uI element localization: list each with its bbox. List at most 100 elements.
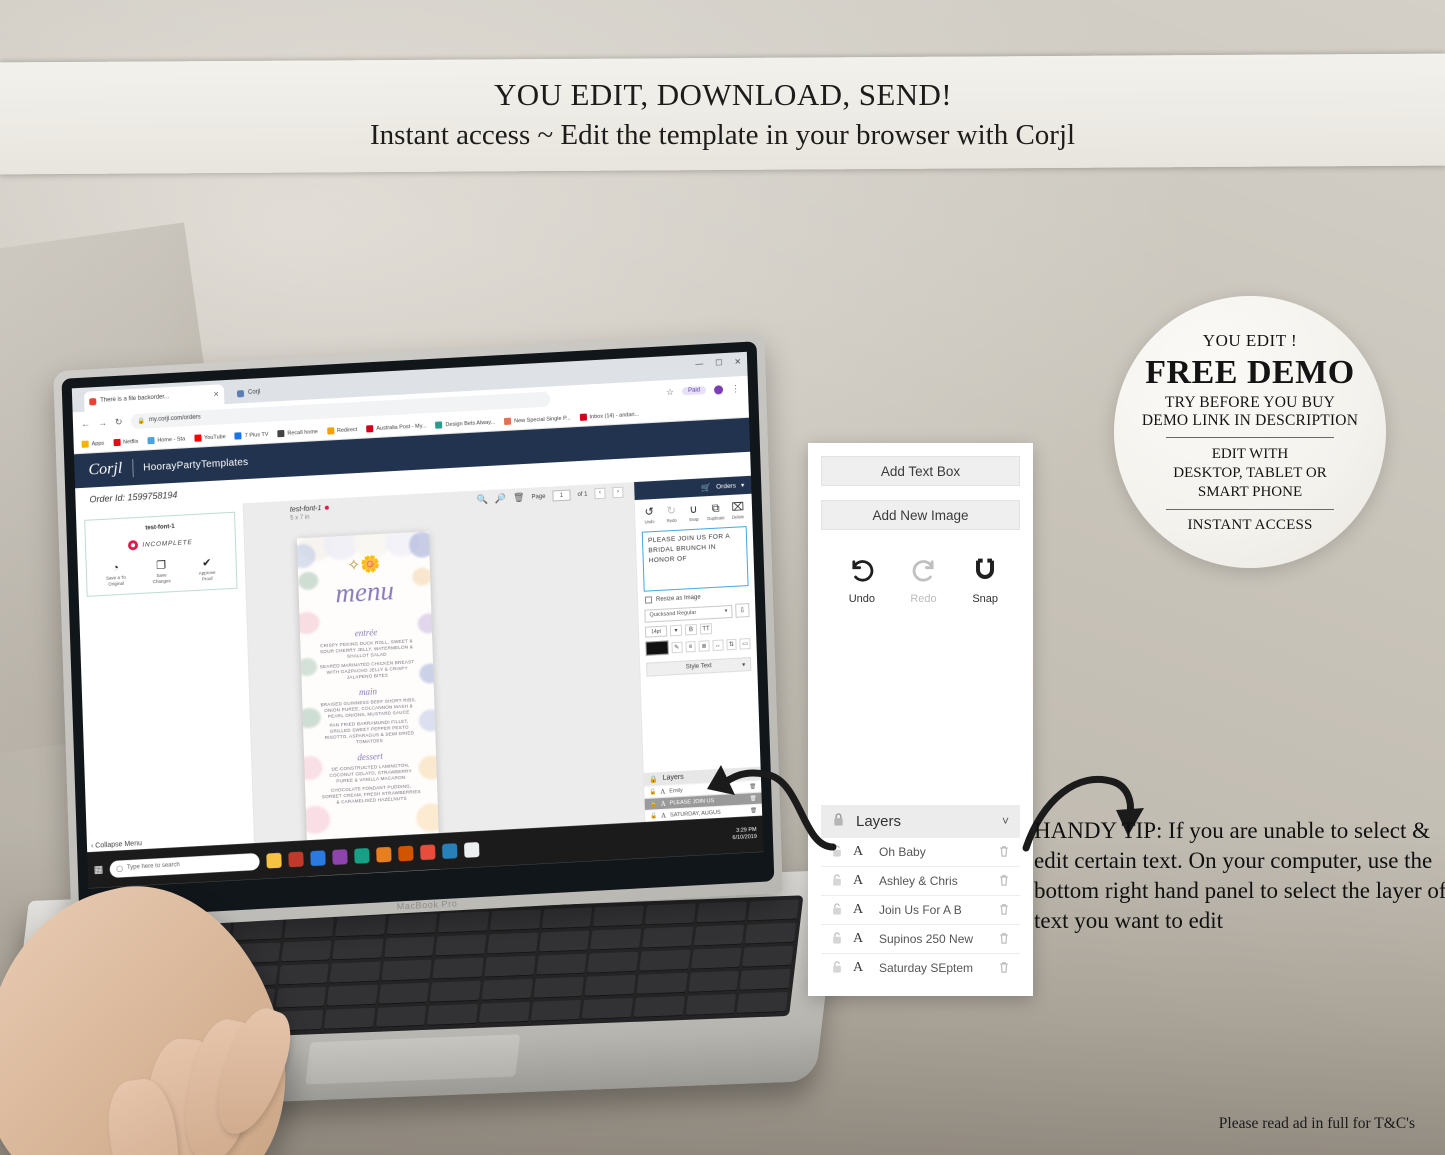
bookmark-item[interactable]: Redirect: [326, 426, 358, 435]
zoom-out-icon[interactable]: 🔎: [495, 493, 507, 505]
undo-button[interactable]: Undo: [831, 556, 893, 605]
layer-row[interactable]: A Saturday SEptem: [821, 953, 1020, 982]
style-text-accordion[interactable]: Style Text ▾: [646, 657, 752, 677]
delete-button[interactable]: ⌧ Delete: [727, 501, 750, 520]
layer-row[interactable]: A Ashley & Chris: [821, 866, 1020, 895]
avatar[interactable]: [713, 384, 724, 395]
browser-menu-icon[interactable]: ⋮: [731, 383, 740, 394]
taskbar-app-icon[interactable]: [332, 848, 349, 865]
bookmark-item[interactable]: 7 Plus TV: [234, 431, 269, 440]
chevron-down-icon[interactable]: ▾: [741, 481, 744, 489]
taskbar-app-icon[interactable]: [398, 845, 415, 861]
trash-icon[interactable]: [998, 844, 1010, 861]
lock-icon[interactable]: 🔓: [650, 813, 657, 819]
taskbar-app-icon[interactable]: [442, 842, 458, 859]
redo-button[interactable]: Redo: [893, 556, 955, 605]
windows-start-icon[interactable]: ▦: [94, 864, 104, 876]
trash-icon[interactable]: [998, 902, 1010, 919]
reload-icon[interactable]: ↻: [115, 416, 123, 427]
minimize-icon[interactable]: —: [695, 359, 703, 368]
layer-row[interactable]: A Supinos 250 New: [821, 924, 1020, 953]
window-controls[interactable]: — ☐ ✕: [695, 357, 741, 368]
snap-magnet-icon: ∪: [689, 503, 698, 517]
trash-icon[interactable]: [998, 931, 1010, 948]
layers-header[interactable]: Layers ˅: [821, 805, 1020, 837]
italic-icon[interactable]: TT: [699, 623, 713, 635]
text-box-icon[interactable]: ▭: [739, 637, 751, 650]
prev-page-button[interactable]: ‹: [594, 487, 606, 500]
trash-icon[interactable]: 🗑: [513, 492, 525, 504]
letter-spacing-icon[interactable]: ↔: [712, 639, 724, 651]
trash-icon[interactable]: [998, 873, 1010, 890]
chevron-down-icon[interactable]: ˅: [1002, 814, 1009, 828]
taskbar-app-icon[interactable]: [310, 849, 327, 866]
taskbar-app-icon[interactable]: [354, 847, 371, 864]
snap-button[interactable]: ∪ Snap: [682, 503, 705, 522]
bookmark-item[interactable]: YouTube: [194, 433, 226, 442]
back-icon[interactable]: ←: [81, 418, 90, 428]
unlock-icon[interactable]: [831, 931, 853, 948]
taskbar-app-icon[interactable]: [420, 843, 436, 860]
bookmark-item[interactable]: Apps: [81, 440, 105, 448]
font-upload-button[interactable]: ⇩: [735, 603, 750, 618]
next-page-button[interactable]: ›: [612, 486, 624, 499]
bookmark-item[interactable]: Recall home: [277, 428, 318, 438]
taskbar-app-icon[interactable]: [376, 846, 393, 863]
save-original-button[interactable]: ◔ Save a To Original: [94, 560, 137, 587]
vertical-align-icon[interactable]: ⇅: [725, 638, 737, 650]
eyedropper-icon[interactable]: ✎: [671, 641, 683, 653]
layer-row[interactable]: A Oh Baby: [821, 837, 1020, 866]
maximize-icon[interactable]: ☐: [715, 358, 722, 367]
bookmark-item[interactable]: Australia Post - My...: [366, 422, 427, 433]
bookmark-item[interactable]: Home - Sta: [147, 435, 185, 445]
add-text-box-button[interactable]: Add Text Box: [821, 456, 1020, 486]
taskbar-search-input[interactable]: ◯ Type here to search: [109, 852, 261, 878]
bookmark-item[interactable]: Netflix: [113, 438, 139, 447]
undo-button[interactable]: ↺ Undo: [638, 506, 661, 525]
bookmark-item[interactable]: Design Bets Alway...: [435, 419, 495, 429]
text-edit-textarea[interactable]: PLEASE JOIN US FOR A BRIDAL BRUNCH IN HO…: [641, 526, 749, 592]
menu-design-card[interactable]: ✧🌼 menu entrée CRISPY PEKING DUCK ROLL, …: [296, 531, 440, 879]
element-toolbar: ↺ Undo ↻ Redo ∪ Snap ⧉ Duplicate ⌧ Delet…: [635, 494, 753, 529]
bold-icon[interactable]: B: [684, 623, 698, 636]
resize-as-image-row[interactable]: Resize as Image: [644, 591, 748, 604]
align-left-icon[interactable]: ≡: [684, 640, 696, 653]
redo-button[interactable]: ↻ Redo: [660, 505, 683, 524]
close-tab-icon[interactable]: ✕: [213, 390, 219, 398]
collapse-menu-button[interactable]: ‹ Collapse Menu: [91, 840, 142, 850]
duplicate-button[interactable]: ⧉ Duplicate: [704, 502, 727, 522]
bookmark-star-icon[interactable]: ☆: [666, 386, 674, 397]
add-new-image-button[interactable]: Add New Image: [821, 500, 1020, 530]
account-badge[interactable]: Paid: [681, 386, 707, 396]
bookmark-item[interactable]: New Special Single P...: [504, 414, 571, 426]
font-family-value: Quicksand Regular: [649, 609, 697, 619]
save-changes-button[interactable]: ❐ Save Changes: [140, 558, 183, 585]
taskbar-app-icon[interactable]: [464, 841, 480, 858]
lock-icon[interactable]: 🔓: [650, 801, 657, 807]
layer-row[interactable]: A Join Us For A B: [821, 895, 1020, 924]
zoom-in-icon[interactable]: 🔍: [477, 494, 489, 506]
unlock-icon[interactable]: [831, 902, 853, 919]
font-family-select[interactable]: Quicksand Regular ▾: [644, 604, 733, 623]
unlock-icon[interactable]: [831, 873, 853, 890]
chevron-down-icon[interactable]: ▾: [669, 624, 683, 637]
checkbox-icon[interactable]: [644, 596, 653, 604]
corjl-logo[interactable]: Corjl: [88, 460, 122, 480]
unlock-icon[interactable]: [831, 960, 853, 977]
incomplete-dot-icon: [128, 539, 139, 551]
line-height-icon[interactable]: ≣: [698, 639, 710, 652]
forward-icon[interactable]: →: [98, 418, 107, 428]
lock-icon[interactable]: 🔓: [649, 789, 656, 795]
close-window-icon[interactable]: ✕: [734, 357, 741, 366]
text-color-swatch[interactable]: [645, 640, 669, 656]
trash-icon[interactable]: [998, 960, 1010, 977]
cart-icon[interactable]: 🛒: [701, 482, 711, 492]
page-input[interactable]: 1: [552, 489, 571, 502]
template-thumb-card[interactable]: test-font-1 INCOMPLETE ◔ Save a To Origi…: [84, 511, 238, 597]
approve-proof-button[interactable]: ✔ Approve Proof: [186, 555, 229, 582]
snap-button[interactable]: Snap: [954, 556, 1016, 605]
taskbar-app-icon[interactable]: [288, 851, 305, 867]
taskbar-app-icon[interactable]: [266, 852, 283, 868]
font-size-input[interactable]: 14pt: [644, 625, 668, 638]
bookmark-item[interactable]: Inbox (14) - andari...: [579, 411, 639, 421]
